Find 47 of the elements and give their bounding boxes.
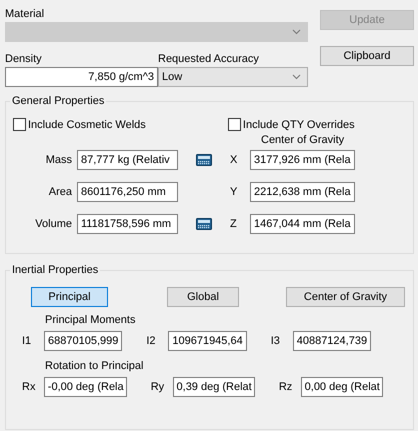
section-label: Rotation to Principal (45, 359, 144, 374)
axis-label: Z (230, 217, 238, 232)
chevron-down-icon (292, 29, 301, 35)
property-field[interactable]: 11181758,596 mm (77, 214, 178, 234)
section-label: Principal Moments (45, 313, 136, 328)
accuracy-dropdown[interactable]: Low (158, 67, 308, 87)
property-field[interactable]: 8601176,250 mm (77, 182, 178, 202)
property-label: Volume (34, 217, 72, 232)
rotation-field[interactable]: 0,39 deg (Relat (172, 377, 256, 397)
rotation-field[interactable]: 0,00 deg (Relat (300, 377, 384, 397)
rotation-label: Rz (278, 380, 294, 395)
moment-field[interactable]: 40887124,739 (292, 331, 372, 351)
density-field[interactable]: 7,850 g/cm^3 (5, 67, 158, 87)
density-label: Density (5, 52, 43, 67)
calculator-icon[interactable] (196, 154, 212, 166)
dropdown-value: Low (162, 71, 182, 83)
property-label: Area (48, 185, 72, 200)
group-title: General Properties (10, 94, 106, 108)
moment-field[interactable]: 68870105,999 (44, 331, 122, 351)
rotation-field[interactable]: -0,00 deg (Rela (44, 377, 127, 397)
group-title: Inertial Properties (10, 263, 100, 277)
view-button[interactable]: Center of Gravity (286, 287, 405, 307)
rotation-label: Ry (150, 380, 166, 395)
property-field[interactable]: 87,777 kg (Relativ (77, 150, 178, 170)
moment-label: I1 (22, 334, 32, 349)
material-label: Material (5, 7, 46, 22)
axis-label: X (230, 153, 238, 168)
center-of-gravity-field[interactable]: 2212,638 mm (Rela (250, 182, 355, 202)
calculator-icon[interactable] (196, 218, 212, 230)
view-button[interactable]: Global (167, 287, 239, 307)
center-of-gravity-field[interactable]: 1467,044 mm (Rela (250, 214, 355, 234)
chevron-down-icon (292, 74, 301, 80)
center-of-gravity-label: Center of Gravity (261, 133, 344, 148)
moment-label: I2 (146, 334, 157, 349)
moment-field[interactable]: 109671945,64 (168, 331, 247, 351)
clipboard-button[interactable]: Clipboard (320, 46, 414, 66)
rotation-label: Rx (22, 380, 36, 395)
checkbox[interactable] (228, 118, 241, 131)
center-of-gravity-field[interactable]: 3177,926 mm (Rela (250, 150, 355, 170)
accuracy-label: Requested Accuracy (158, 52, 260, 67)
view-button[interactable]: Principal (31, 287, 108, 307)
axis-label: Y (230, 185, 238, 200)
checkbox-label: Include Cosmetic Welds (28, 118, 146, 130)
moment-label: I3 (270, 334, 281, 349)
checkbox-label: Include QTY Overrides (242, 118, 355, 130)
checkbox[interactable] (13, 118, 26, 131)
property-label: Mass (44, 153, 72, 168)
